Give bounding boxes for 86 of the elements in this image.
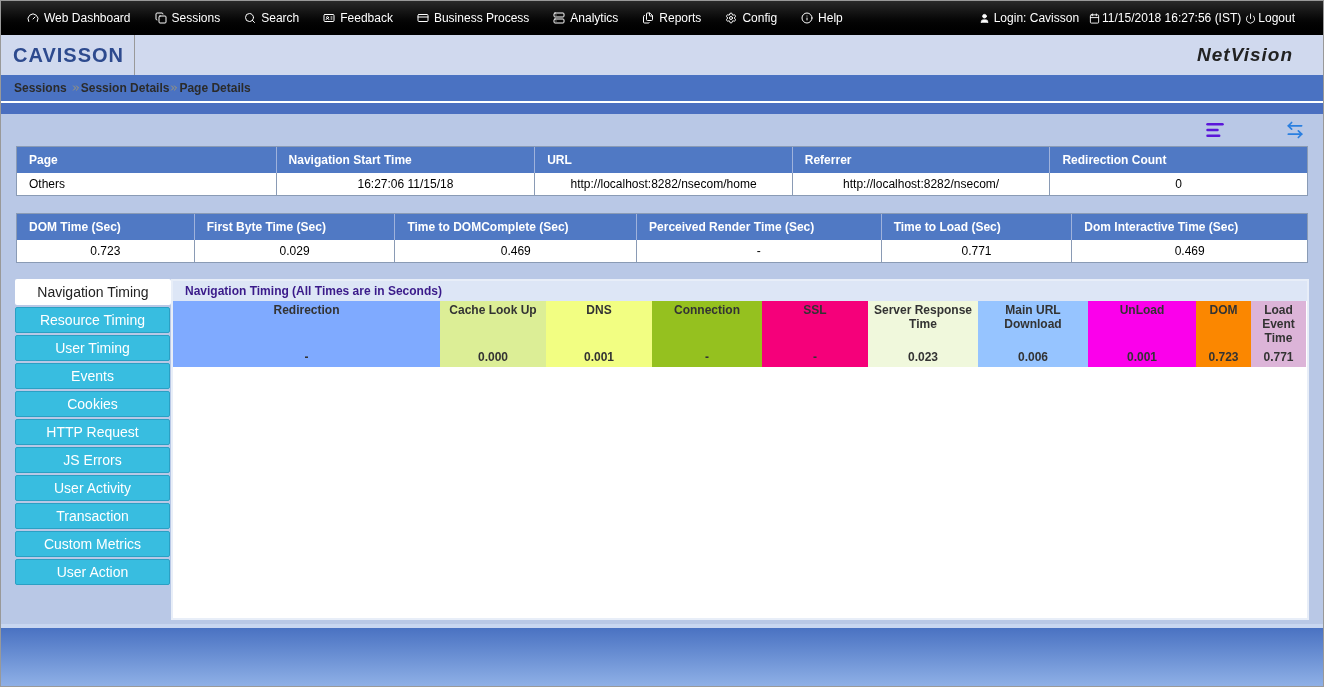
segment-label: Main URL Download	[1003, 303, 1063, 331]
product-name: NetVision	[1197, 42, 1293, 67]
segment-label: Connection	[674, 303, 740, 317]
side-tab[interactable]: JS Errors	[15, 447, 170, 473]
side-tab[interactable]: User Timing	[15, 335, 170, 361]
column-header: Perceived Render Time (Sec)	[636, 214, 881, 240]
search-icon	[244, 12, 257, 24]
segment-label: SSL	[803, 303, 827, 317]
side-tab[interactable]: Navigation Timing	[15, 279, 171, 305]
menu-item[interactable]: Search	[244, 9, 300, 27]
chevrons-icon	[169, 83, 180, 93]
side-tab[interactable]: Resource Timing	[15, 307, 170, 333]
menu-item[interactable]: Feedback	[323, 9, 393, 27]
column-header: Time to DOMComplete (Sec)	[394, 214, 637, 240]
menu-item[interactable]: Sessions	[154, 9, 221, 27]
segment-value: 0.001	[1127, 350, 1157, 364]
column-header: Dom Interactive Time (Sec)	[1071, 214, 1307, 240]
segment-label: DOM	[1209, 303, 1238, 317]
segment-value: 0.000	[478, 350, 508, 364]
logout-link[interactable]: Logout	[1245, 9, 1295, 27]
card-icon	[416, 12, 429, 24]
panel-title: Navigation Timing (All Times are in Seconds)	[173, 281, 1307, 301]
side-tab[interactable]: User Action	[15, 559, 170, 585]
table-cell: -	[636, 240, 881, 262]
column-header: Navigation Start Time	[275, 147, 535, 173]
table-cell: 0.771	[880, 240, 1072, 262]
table-cell: http://localhost:8282/nsecom/home	[534, 173, 792, 195]
segment-label: Redirection	[273, 303, 340, 317]
side-tab[interactable]: Events	[15, 363, 170, 389]
column-header: Referrer	[791, 147, 1050, 173]
breadcrumb-link[interactable]: Sessions	[14, 79, 67, 97]
id-card-icon	[323, 12, 336, 24]
copy-icon	[154, 12, 167, 24]
table-cell: 0.469	[394, 240, 637, 262]
segment-value: -	[304, 350, 309, 364]
info-icon	[801, 12, 814, 24]
user-icon	[978, 12, 990, 24]
table-cell: 0.469	[1071, 240, 1307, 262]
column-header: DOM Time (Sec)	[28, 219, 122, 236]
segment-value: 0.023	[908, 350, 938, 364]
menu-item[interactable]: Reports	[642, 9, 702, 27]
gauge-icon	[27, 12, 39, 24]
server-icon	[553, 12, 566, 24]
menu-item[interactable]: Business Process	[416, 9, 530, 27]
menu-item[interactable]: Help	[801, 9, 843, 27]
segment-value: 0.723	[1208, 350, 1239, 364]
table-cell: 16:27:06 11/15/18	[275, 173, 535, 195]
column-header: Time to Load (Sec)	[880, 214, 1072, 240]
column-header: Page	[28, 152, 59, 169]
table-cell: http://localhost:8282/nsecom/	[791, 173, 1050, 195]
brand-logo: CAVISSON	[13, 43, 124, 68]
side-tab[interactable]: Cookies	[15, 391, 170, 417]
datetime-label: 11/15/2018 16:27:56 (IST)	[1089, 9, 1242, 27]
login-label: Login: Cavisson	[978, 9, 1080, 27]
menu-item[interactable]: Web Dashboard	[27, 9, 131, 27]
segment-label: UnLoad	[1119, 303, 1165, 317]
segment-value: 0.001	[584, 350, 614, 364]
column-header: First Byte Time (Sec)	[193, 214, 395, 240]
segment-label: Cache Look Up	[449, 303, 537, 317]
table-cell: 0.029	[193, 240, 395, 262]
segment-value: 0.771	[1263, 350, 1294, 364]
side-tab[interactable]: Custom Metrics	[15, 531, 170, 557]
calendar-icon	[1089, 12, 1101, 24]
segment-value: -	[813, 350, 817, 364]
side-tab[interactable]: User Activity	[15, 475, 170, 501]
side-tab[interactable]: Transaction	[15, 503, 170, 529]
menu-item[interactable]: Config	[725, 9, 778, 27]
menu-item[interactable]: Analytics	[553, 9, 619, 27]
breadcrumb-link[interactable]: Page Details	[179, 79, 251, 97]
column-header: Redirection Count	[1049, 147, 1307, 173]
segment-value: -	[705, 350, 709, 364]
breadcrumb-link[interactable]: Session Details	[80, 79, 170, 97]
settings-icon	[725, 12, 738, 24]
chevrons-icon	[70, 83, 81, 93]
list-icon[interactable]	[1205, 120, 1225, 140]
table-cell-text: 0.723	[89, 243, 122, 260]
segment-label: DNS	[586, 303, 612, 317]
segment-label: Load Event Time	[1261, 303, 1296, 345]
power-icon	[1245, 12, 1257, 24]
segment-label: Server Response Time	[872, 303, 974, 331]
segment-value: 0.006	[1018, 350, 1048, 364]
table-cell-text: Others	[28, 176, 66, 193]
side-tab[interactable]: HTTP Request	[15, 419, 170, 445]
table-cell: 0	[1049, 173, 1307, 195]
files-icon	[642, 12, 655, 24]
column-header: URL	[534, 147, 792, 173]
